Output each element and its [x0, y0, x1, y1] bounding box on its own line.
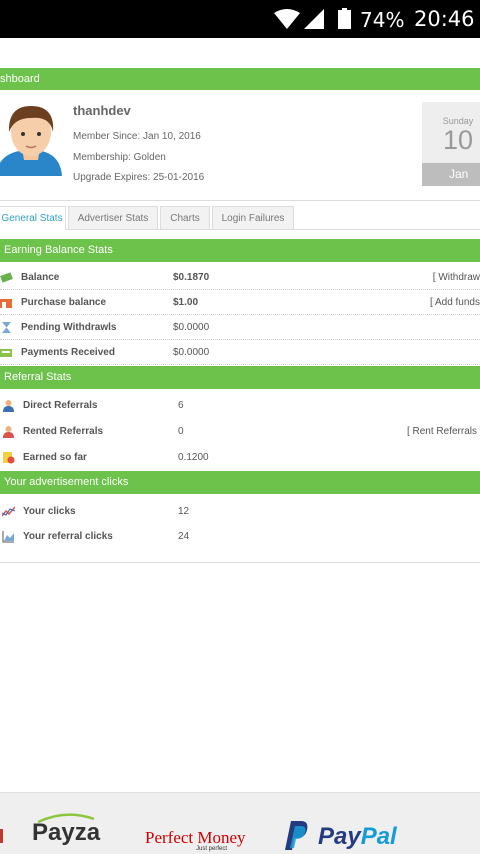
- membership: Membership: Golden: [73, 152, 166, 163]
- calendar-widget: Sunday 10 Jan: [422, 102, 480, 186]
- tab-general-stats[interactable]: General Stats: [0, 206, 66, 230]
- tab-bar: General Stats Advertiser Stats Charts Lo…: [0, 206, 480, 230]
- line-chart-icon: [2, 506, 15, 517]
- clicks-section-title: Your advertisement clicks: [4, 476, 129, 488]
- dashboard-title-bar: shboard: [0, 68, 480, 90]
- table-row: Rented Referrals 0 [ Rent Referrals: [0, 419, 480, 444]
- rented-referrals-value: 0: [178, 426, 184, 437]
- purchase-balance-label: Purchase balance: [21, 297, 107, 308]
- table-row: Purchase balance $1.00 [ Add funds: [0, 290, 480, 315]
- paypal-p-icon: [285, 821, 308, 850]
- rent-referrals-link[interactable]: [ Rent Referrals: [407, 426, 477, 437]
- referral-section-header: Referral Stats: [0, 366, 480, 389]
- perfect-money-tagline: Just perfect: [196, 846, 228, 852]
- your-clicks-label: Your clicks: [23, 506, 76, 517]
- area-chart-icon: [2, 531, 14, 543]
- user-icon: [3, 400, 14, 412]
- direct-referrals-label: Direct Referrals: [23, 400, 98, 411]
- avatar: [0, 106, 62, 176]
- clock: 20:46: [414, 7, 475, 31]
- table-row: Your clicks 12: [0, 499, 480, 524]
- tab-login-failures[interactable]: Login Failures: [212, 206, 294, 230]
- purchase-balance-value: $1.00: [173, 297, 199, 308]
- divider: [0, 200, 480, 201]
- withdraw-link[interactable]: [ Withdraw: [433, 272, 480, 283]
- earning-section-title: Earning Balance Stats: [4, 244, 113, 256]
- referral-section-title: Referral Stats: [4, 371, 72, 383]
- your-referral-clicks-value: 24: [178, 531, 190, 542]
- earned-so-far-value: 0.1200: [178, 452, 209, 463]
- upgrade-expires: Upgrade Expires: 25-01-2016: [73, 172, 205, 183]
- payments-received-label: Payments Received: [21, 347, 115, 358]
- earning-section-header: Earning Balance Stats: [0, 239, 480, 262]
- rented-referrals-label: Rented Referrals: [23, 426, 104, 437]
- direct-referrals-value: 6: [178, 400, 184, 411]
- coins-icon: [3, 452, 15, 464]
- tab-advertiser-stats[interactable]: Advertiser Stats: [68, 206, 158, 230]
- wifi-icon: [274, 9, 300, 29]
- payza-swoosh-icon: [38, 813, 94, 823]
- battery-percent: 74%: [360, 8, 405, 32]
- table-row: Payments Received $0.0000: [0, 340, 480, 365]
- balance-value: $0.1870: [173, 272, 210, 283]
- store-icon: [0, 299, 12, 308]
- table-row: Earned so far 0.1200: [0, 445, 480, 470]
- clicks-section-header: Your advertisement clicks: [0, 471, 480, 494]
- table-row: Balance $0.1870 [ Withdraw: [0, 265, 480, 290]
- member-since: Member Since: Jan 10, 2016: [73, 131, 201, 142]
- payza-logo[interactable]: Payza: [32, 819, 100, 847]
- paypal-wordmark-pal: Pal: [360, 823, 397, 850]
- signal-icon: [304, 9, 324, 29]
- paypal-wordmark-pay: Pay: [318, 823, 361, 850]
- perfect-money-logo[interactable]: Perfect Money: [145, 828, 246, 848]
- table-row: Direct Referrals 6: [0, 393, 480, 418]
- your-clicks-value: 12: [178, 506, 190, 517]
- payment-logos-footer: Payza Perfect Money Just perfect PayPal: [0, 792, 480, 854]
- hourglass-icon: [2, 322, 11, 333]
- payment-icon: [0, 349, 12, 357]
- add-funds-link[interactable]: [ Add funds: [430, 297, 480, 308]
- pending-withdrawls-value: $0.0000: [173, 322, 210, 333]
- your-referral-clicks-label: Your referral clicks: [23, 531, 113, 542]
- tab-charts[interactable]: Charts: [160, 206, 210, 230]
- balance-label: Balance: [21, 272, 60, 283]
- table-row: Your referral clicks 24: [0, 524, 480, 549]
- user-icon: [3, 426, 14, 438]
- battery-icon: [338, 8, 351, 29]
- table-row: Pending Withdrawls $0.0000: [0, 315, 480, 340]
- calendar-month: Jan: [422, 163, 480, 186]
- money-icon: [0, 272, 13, 283]
- payments-received-value: $0.0000: [173, 347, 210, 358]
- calendar-day: 10: [442, 125, 474, 155]
- pending-withdrawls-label: Pending Withdrawls: [21, 322, 117, 333]
- status-bar: 74% 20:46: [0, 0, 480, 38]
- divider: [0, 562, 480, 563]
- logo-fragment: [0, 829, 3, 843]
- dashboard-title: shboard: [0, 73, 40, 85]
- earned-so-far-label: Earned so far: [23, 452, 87, 463]
- paypal-logo[interactable]: PayPal: [318, 823, 397, 851]
- username: thanhdev: [73, 103, 131, 118]
